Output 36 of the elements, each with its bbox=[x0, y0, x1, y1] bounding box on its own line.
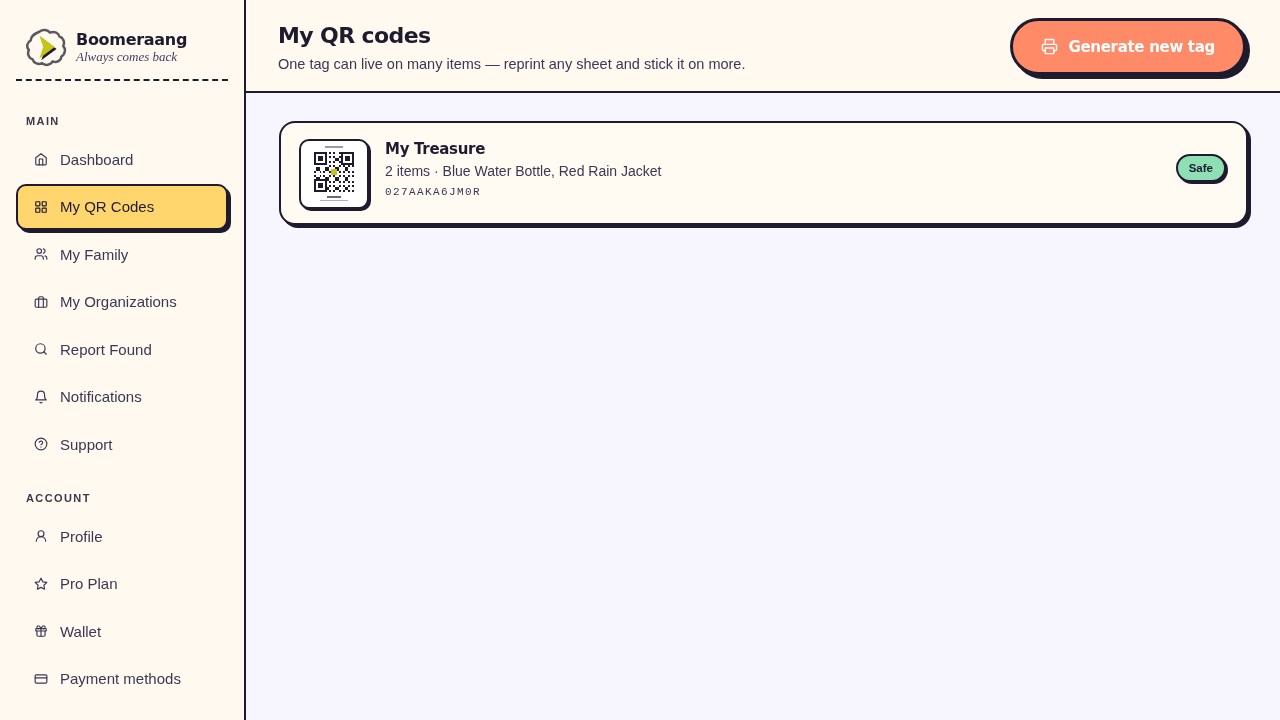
gift-icon bbox=[34, 624, 48, 638]
sidebar-item[interactable]: My Family bbox=[16, 231, 228, 277]
printer-icon bbox=[1041, 38, 1059, 55]
sidebar-item[interactable]: Pro Plan bbox=[16, 560, 228, 607]
star-icon bbox=[34, 576, 48, 591]
users-icon bbox=[34, 247, 48, 261]
sidebar-item[interactable]: My QR Codes bbox=[16, 183, 228, 230]
tag-code: 027AAKA6JM0R bbox=[385, 184, 482, 199]
qr-code-thumbnail bbox=[299, 139, 369, 209]
brand-tagline: Always comes back bbox=[76, 49, 179, 64]
status-badge: Safe bbox=[1175, 153, 1226, 182]
page-subtitle: One tag can live on many items — reprint any sheet and stick it on more. bbox=[278, 54, 746, 73]
sidebar-item[interactable]: My Organizations bbox=[16, 278, 228, 325]
grid-icon bbox=[34, 199, 48, 214]
logo-icon bbox=[26, 26, 68, 68]
sidebar-item[interactable]: Support bbox=[16, 421, 228, 467]
search-icon bbox=[34, 342, 48, 356]
sidebar-item[interactable]: Wallet bbox=[16, 608, 228, 654]
sidebar-item[interactable]: Dashboard bbox=[16, 136, 228, 182]
user-icon bbox=[34, 529, 48, 543]
tag-name: My Treasure bbox=[385, 139, 487, 158]
section-heading: MAIN bbox=[25, 114, 61, 128]
bell-icon bbox=[34, 389, 48, 404]
briefcase-icon bbox=[34, 294, 48, 309]
sidebar-item[interactable]: Report Found bbox=[16, 326, 228, 372]
credit-card-icon bbox=[34, 671, 48, 686]
section-heading: ACCOUNT bbox=[25, 491, 92, 505]
tag-items: 2 items · Blue Water Bottle, Red Rain Jacket bbox=[385, 162, 663, 180]
sidebar-item[interactable]: Payment methods bbox=[16, 655, 228, 702]
sidebar-item[interactable]: Profile bbox=[16, 513, 228, 559]
page-title: My QR codes bbox=[278, 22, 432, 49]
help-icon bbox=[34, 437, 48, 451]
sidebar-item[interactable]: Notifications bbox=[16, 373, 228, 420]
tag-card[interactable]: My Treasure 2 items · Blue Water Bottle, Red Rain Jacket 027AAKA6JM0R Safe bbox=[279, 121, 1248, 225]
home-icon bbox=[34, 152, 48, 166]
brand-name: Boomeraang bbox=[76, 30, 188, 49]
